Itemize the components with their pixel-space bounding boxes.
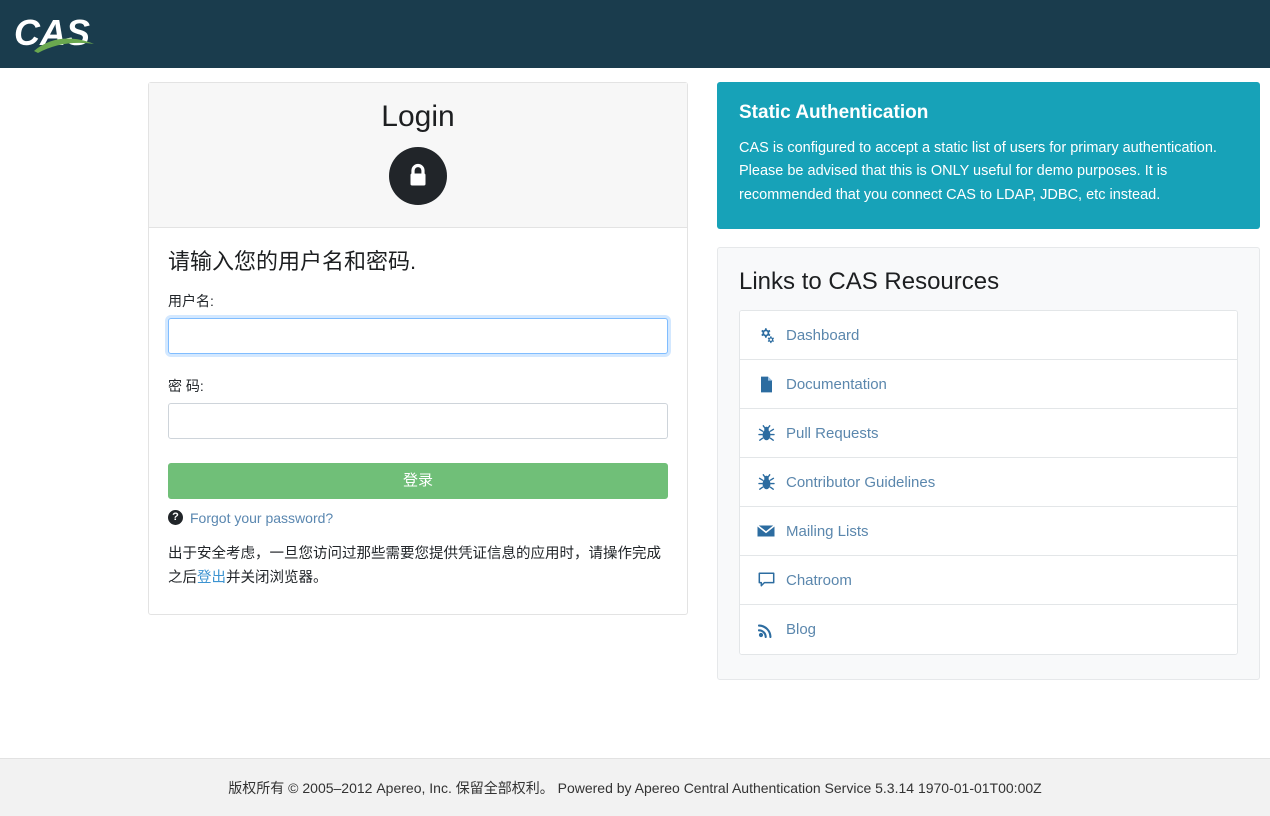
forgot-password-link[interactable]: Forgot your password? bbox=[190, 510, 333, 526]
content-columns: Login 请输入您的用户名和密码. 用户名: 密 码: 登录 ? Forgot… bbox=[0, 82, 1270, 681]
bug-icon bbox=[757, 424, 775, 442]
security-note-part2: 并关闭浏览器。 bbox=[226, 569, 328, 586]
forgot-password-row[interactable]: ? Forgot your password? bbox=[168, 510, 668, 526]
list-item-label: Contributor Guidelines bbox=[786, 473, 936, 491]
lock-icon bbox=[389, 147, 447, 205]
list-item-label: Mailing Lists bbox=[786, 522, 869, 540]
bug-icon bbox=[757, 473, 775, 491]
lock-glyph bbox=[410, 163, 426, 186]
page-title: Login bbox=[381, 100, 455, 133]
list-item-label: Dashboard bbox=[786, 326, 860, 344]
app-header: CAS bbox=[0, 0, 1270, 68]
footer-copyright: 版权所有 © 2005–2012 Apereo, Inc. 保留全部权利。 Po… bbox=[228, 779, 1042, 796]
cas-resources-panel: Links to CAS Resources Dashboard Documen… bbox=[717, 247, 1260, 681]
list-item[interactable]: Dashboard bbox=[740, 311, 1237, 361]
security-note: 出于安全考虑，一旦您访问过那些需要您提供凭证信息的应用时，请操作完成之后登出并关… bbox=[168, 543, 668, 591]
list-item[interactable]: Pull Requests bbox=[740, 409, 1237, 459]
rss-icon bbox=[757, 621, 775, 639]
login-submit-button[interactable]: 登录 bbox=[168, 462, 668, 499]
cas-logo-icon: CAS bbox=[14, 12, 94, 53]
list-item[interactable]: Chatroom bbox=[740, 556, 1237, 606]
login-column: Login 请输入您的用户名和密码. 用户名: 密 码: 登录 ? Forgot… bbox=[148, 82, 688, 616]
cas-logo[interactable]: CAS bbox=[14, 11, 106, 57]
static-authentication-panel: Static Authentication CAS is configured … bbox=[717, 82, 1260, 230]
password-label: 密 码: bbox=[168, 377, 204, 394]
list-item[interactable]: Documentation bbox=[740, 360, 1237, 410]
static-authentication-body: CAS is configured to accept a static lis… bbox=[739, 139, 1217, 203]
login-card: Login 请输入您的用户名和密码. 用户名: 密 码: 登录 ? Forgot… bbox=[148, 82, 688, 616]
static-authentication-title: Static Authentication bbox=[739, 102, 929, 123]
list-item-label: Blog bbox=[786, 621, 817, 639]
list-item[interactable]: Blog bbox=[740, 605, 1237, 655]
password-input[interactable] bbox=[168, 402, 668, 439]
field-spacer bbox=[168, 354, 668, 376]
list-item-label: Documentation bbox=[786, 375, 887, 393]
login-card-header: Login bbox=[149, 83, 687, 228]
sidebar-column: Static Authentication CAS is configured … bbox=[717, 82, 1260, 681]
form-heading: 请输入您的用户名和密码. bbox=[168, 249, 417, 274]
logout-link[interactable]: 登出 bbox=[197, 570, 226, 586]
list-item[interactable]: Contributor Guidelines bbox=[740, 458, 1237, 508]
page-footer: 版权所有 © 2005–2012 Apereo, Inc. 保留全部权利。 Po… bbox=[0, 758, 1270, 816]
list-item-label: Chatroom bbox=[786, 571, 852, 589]
envelope-icon bbox=[757, 522, 775, 540]
username-label: 用户名: bbox=[168, 292, 214, 309]
login-form: 请输入您的用户名和密码. 用户名: 密 码: 登录 ? Forgot your … bbox=[149, 228, 687, 614]
cogs-icon bbox=[757, 326, 775, 344]
file-icon bbox=[757, 375, 775, 393]
cas-resources-list: Dashboard Documentation Pull Requests Co… bbox=[739, 310, 1238, 656]
cas-resources-title: Links to CAS Resources bbox=[739, 268, 1000, 296]
list-item-label: Pull Requests bbox=[786, 424, 879, 442]
username-input[interactable] bbox=[168, 317, 668, 354]
list-item[interactable]: Mailing Lists bbox=[740, 507, 1237, 557]
page-content: Login 请输入您的用户名和密码. 用户名: 密 码: 登录 ? Forgot… bbox=[0, 68, 1270, 758]
question-circle-icon: ? bbox=[168, 510, 183, 526]
comment-icon bbox=[757, 571, 775, 589]
